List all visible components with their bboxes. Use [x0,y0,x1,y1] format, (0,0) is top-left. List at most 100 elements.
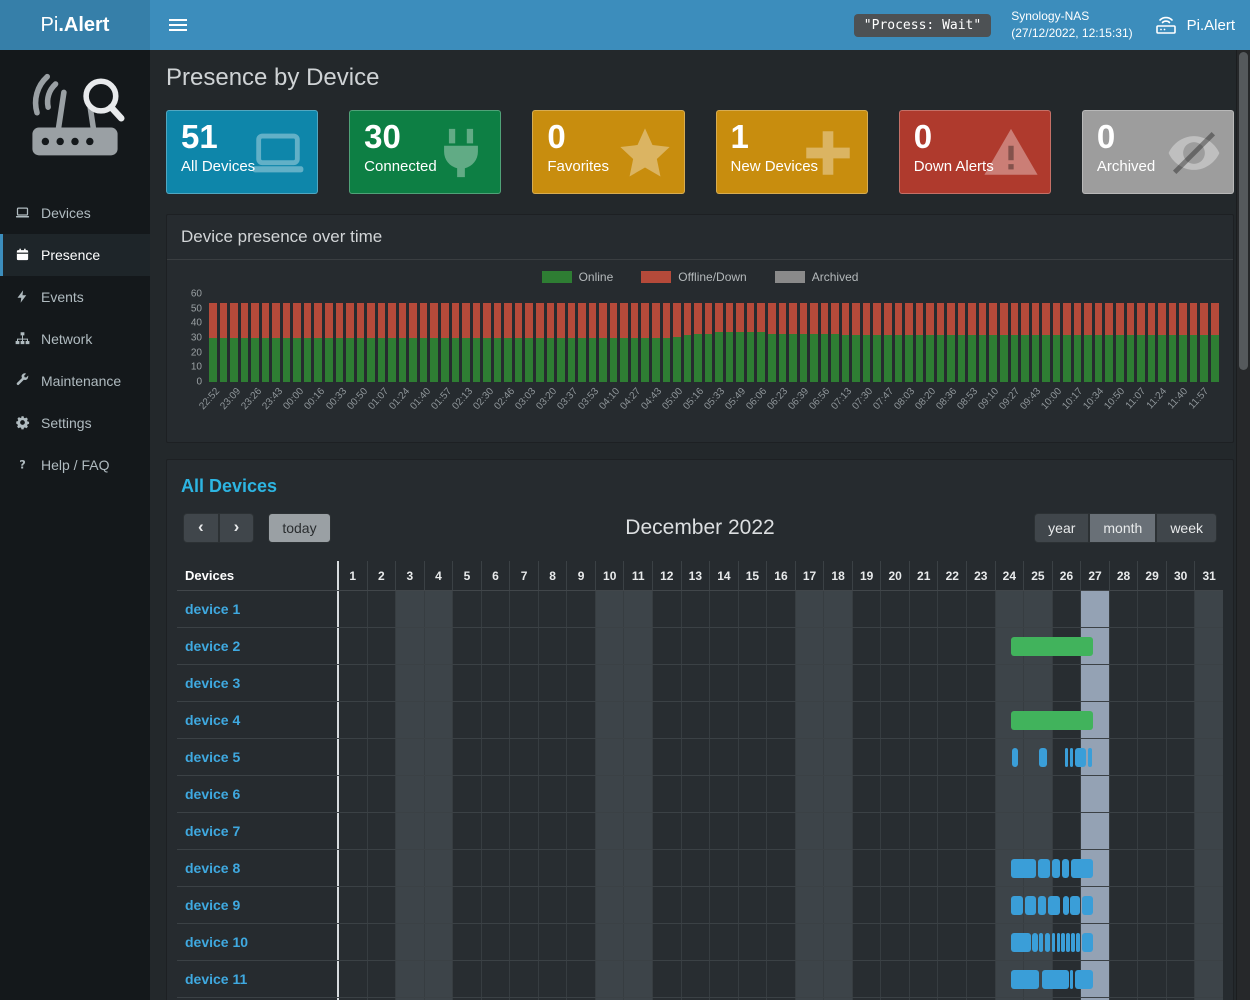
device-link-device-10[interactable]: device 10 [185,934,248,950]
day-cell-11 [623,813,652,849]
device-link-device-8[interactable]: device 8 [185,860,240,876]
offline-segment [1095,303,1103,335]
summary-card-archived[interactable]: 0Archived [1082,110,1234,194]
next-month-button[interactable]: › [219,513,255,543]
device-link-device-11[interactable]: device 11 [185,971,247,987]
navbar-right: "Process: Wait" Synology-NAS (27/12/2022… [854,8,1235,43]
chart-bar [1032,294,1040,382]
presence-bar [1063,896,1069,915]
online-segment [420,338,428,382]
offline-segment [1137,303,1145,335]
x-axis-label: 06:56 [808,386,833,412]
device-name-cell: device 11 [177,961,339,997]
chart-bar [916,294,924,382]
day-grid [339,813,1223,849]
chart-bar [641,294,649,382]
sidebar-item-network[interactable]: Network [0,318,150,360]
summary-card-connected[interactable]: 30Connected [349,110,501,194]
online-segment [409,338,417,382]
sidebar-item-events[interactable]: Events [0,276,150,318]
day-header-27: 27 [1080,561,1109,590]
device-link-device-5[interactable]: device 5 [185,749,240,765]
offline-segment [430,303,438,338]
day-cell-29 [1137,628,1166,664]
chart-bar [1084,294,1092,382]
summary-card-favorites[interactable]: 0Favorites [532,110,684,194]
offline-segment [357,303,365,338]
summary-card-new-devices[interactable]: 1New Devices [716,110,868,194]
day-cell-22 [937,887,966,923]
day-cell-10 [595,591,624,627]
day-cell-8 [538,813,567,849]
day-cell-16 [766,628,795,664]
sidebar-item-maintenance[interactable]: Maintenance [0,360,150,402]
device-link-device-4[interactable]: device 4 [185,712,240,728]
chart-bar [314,294,322,382]
sidebar-item-help-faq[interactable]: ?Help / FAQ [0,444,150,486]
device-link-device-3[interactable]: device 3 [185,675,240,691]
day-cell-4 [424,850,453,886]
day-cell-28 [1109,961,1138,997]
day-cell-12 [652,924,681,960]
view-button-week[interactable]: week [1156,513,1217,543]
legend-swatch [775,271,805,283]
online-segment [462,338,470,382]
online-segment [842,335,850,382]
day-header-17: 17 [795,561,824,590]
scrollbar-thumb[interactable] [1239,52,1248,370]
online-segment [346,338,354,382]
day-cell-3 [395,887,424,923]
day-header-30: 30 [1166,561,1195,590]
day-cell-27 [1080,813,1109,849]
day-cell-4 [424,776,453,812]
day-cell-11 [623,739,652,775]
offline-segment [251,303,259,338]
summary-card-all-devices[interactable]: 51All Devices [166,110,318,194]
sidebar-item-settings[interactable]: Settings [0,402,150,444]
main-content: Presence by Device 51All Devices30Connec… [150,50,1250,1000]
x-axis-label: 23:43 [261,386,286,412]
brand-logo[interactable]: Pi.Alert [0,0,150,50]
view-button-month[interactable]: month [1089,513,1156,543]
day-header-15: 15 [738,561,767,590]
day-cell-26 [1052,813,1081,849]
sidebar-toggle-button[interactable] [165,13,191,37]
day-header-1: 1 [339,561,367,590]
chart-bar [620,294,628,382]
day-cell-2 [367,702,396,738]
day-header-9: 9 [566,561,595,590]
sidebar-item-devices[interactable]: Devices [0,192,150,234]
device-link-device-1[interactable]: device 1 [185,601,240,617]
sidebar-item-presence[interactable]: Presence [0,234,150,276]
navbar-main: "Process: Wait" Synology-NAS (27/12/2022… [150,0,1250,50]
wrench-icon [15,373,31,389]
day-cell-30 [1166,924,1195,960]
day-header-22: 22 [937,561,966,590]
presence-bar [1070,748,1073,767]
page-scrollbar[interactable] [1236,50,1250,1000]
device-link-device-6[interactable]: device 6 [185,786,240,802]
chart-bar [388,294,396,382]
chart-bar [441,294,449,382]
day-cell-28 [1109,739,1138,775]
day-cell-15 [738,850,767,886]
view-button-year[interactable]: year [1034,513,1089,543]
day-cell-8 [538,776,567,812]
brand-logo-light: Pi [41,14,59,37]
device-link-device-7[interactable]: device 7 [185,823,240,839]
host-datetime: (27/12/2022, 12:15:31) [1011,25,1132,42]
chart-bar [1011,294,1019,382]
device-link-device-2[interactable]: device 2 [185,638,240,654]
offline-segment [852,303,860,335]
offline-segment [958,303,966,335]
online-segment [895,335,903,382]
chart-bar [336,294,344,382]
day-header-18: 18 [823,561,852,590]
nav-app-brand[interactable]: Pi.Alert [1153,13,1235,37]
chart-bar [452,294,460,382]
prev-month-button[interactable]: ‹ [183,513,219,543]
device-link-device-9[interactable]: device 9 [185,897,240,913]
day-cell-7 [509,739,538,775]
summary-card-down-alerts[interactable]: 0Down Alerts [899,110,1051,194]
today-button[interactable]: today [268,513,330,543]
